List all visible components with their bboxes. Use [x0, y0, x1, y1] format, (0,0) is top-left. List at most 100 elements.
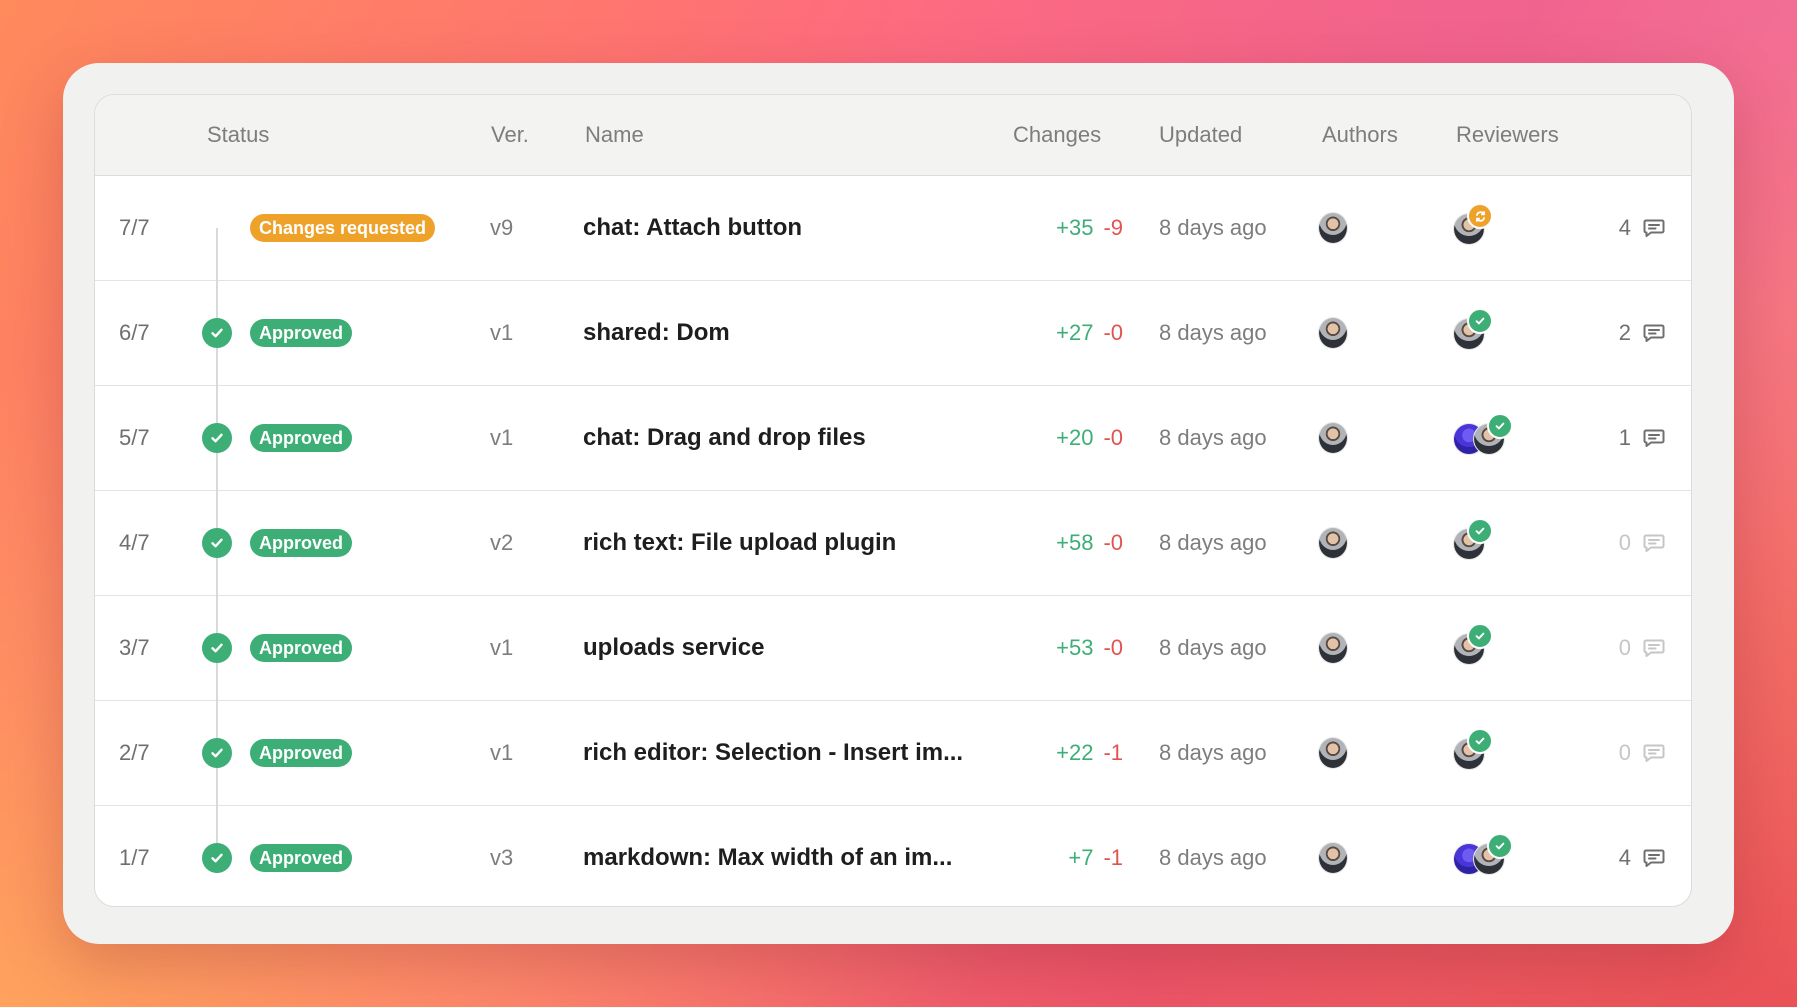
- reviewer-approved-icon: [1467, 518, 1493, 544]
- reviewer-avatars[interactable]: [1453, 518, 1533, 560]
- change-title[interactable]: uploads service: [583, 596, 764, 700]
- reviewers-cell: [1453, 176, 1533, 280]
- comment-icon: [1643, 218, 1665, 238]
- additions-count: +58: [1056, 530, 1094, 555]
- diff-stats: +53 -0: [1056, 596, 1123, 700]
- reviewers-cell: [1453, 596, 1533, 700]
- version-label: v1: [490, 635, 514, 660]
- change-title[interactable]: chat: Drag and drop files: [583, 386, 866, 490]
- author-avatar[interactable]: [1318, 422, 1348, 454]
- column-status: Status: [207, 122, 270, 147]
- comments-cell[interactable]: 0: [1619, 596, 1665, 700]
- comment-count: 4: [1618, 215, 1631, 240]
- additions-count: +53: [1056, 635, 1094, 660]
- table-row[interactable]: 7/7 Changes requested v9 chat: Attach bu…: [95, 176, 1691, 281]
- change-title[interactable]: rich text: File upload plugin: [583, 491, 896, 595]
- additions-count: +7: [1068, 845, 1094, 870]
- table-header: Status Ver. Name Changes Updated Authors…: [95, 95, 1691, 176]
- stack-index: 7/7: [119, 215, 150, 240]
- updated-time: 8 days ago: [1159, 740, 1267, 765]
- diff-stats: +7 -1: [1068, 806, 1123, 906]
- updated-time: 8 days ago: [1159, 635, 1267, 660]
- status-badge-cell: Approved: [250, 281, 353, 385]
- author-cell: [1318, 701, 1348, 805]
- reviewer-avatars[interactable]: [1453, 728, 1533, 770]
- deletions-count: -0: [1103, 425, 1123, 450]
- additions-count: +35: [1056, 215, 1094, 240]
- comment-icon: [1643, 533, 1665, 553]
- deletions-count: -1: [1103, 740, 1123, 765]
- comment-icon: [1643, 428, 1665, 448]
- status-badge-cell: Changes requested: [250, 176, 436, 280]
- comment-icon: [1643, 638, 1665, 658]
- comments-cell[interactable]: 0: [1619, 701, 1665, 805]
- status-badge: Approved: [250, 424, 353, 452]
- author-avatar[interactable]: [1318, 212, 1348, 244]
- check-circle-icon: [202, 738, 232, 768]
- reviewers-cell: [1453, 281, 1533, 385]
- deletions-count: -9: [1103, 215, 1123, 240]
- updated-time: 8 days ago: [1159, 215, 1267, 240]
- comment-count: 0: [1618, 740, 1631, 765]
- author-avatar[interactable]: [1318, 527, 1348, 559]
- change-title[interactable]: shared: Dom: [583, 281, 730, 385]
- table-row[interactable]: 4/7 Approved v2 rich text: File upload p…: [95, 491, 1691, 596]
- status-badge: Changes requested: [250, 214, 436, 242]
- reviewer-avatars[interactable]: [1453, 308, 1533, 350]
- comments-cell[interactable]: 1: [1619, 386, 1665, 490]
- updated-time: 8 days ago: [1159, 845, 1267, 870]
- author-cell: [1318, 806, 1348, 906]
- reviewer-avatars[interactable]: [1453, 413, 1533, 455]
- author-avatar[interactable]: [1318, 842, 1348, 874]
- table-row[interactable]: 6/7 Approved v1 shared: Dom +27 -0 8 day…: [95, 281, 1691, 386]
- author-avatar[interactable]: [1318, 317, 1348, 349]
- author-cell: [1318, 386, 1348, 490]
- comments-cell[interactable]: 4: [1619, 806, 1665, 906]
- table-row[interactable]: 3/7 Approved v1 uploads service +53 -0 8…: [95, 596, 1691, 701]
- version-label: v1: [490, 425, 514, 450]
- check-circle-icon: [202, 843, 232, 873]
- updated-time: 8 days ago: [1159, 425, 1267, 450]
- reviewer-approved-icon: [1487, 413, 1513, 439]
- comments-cell[interactable]: 2: [1619, 281, 1665, 385]
- reviewer-avatars[interactable]: [1453, 833, 1533, 875]
- stack-card: Status Ver. Name Changes Updated Authors…: [63, 63, 1734, 944]
- updated-time: 8 days ago: [1159, 320, 1267, 345]
- table-row[interactable]: 1/7 Approved v3 markdown: Max width of a…: [95, 806, 1691, 906]
- column-updated: Updated: [1159, 122, 1243, 147]
- version-label: v1: [490, 320, 514, 345]
- reviewer-avatars[interactable]: [1453, 203, 1533, 245]
- version-label: v3: [490, 845, 514, 870]
- comments-cell[interactable]: 4: [1619, 176, 1665, 280]
- check-circle-icon: [202, 318, 232, 348]
- change-title[interactable]: rich editor: Selection - Insert im...: [583, 701, 963, 805]
- status-badge: Approved: [250, 634, 353, 662]
- author-avatar[interactable]: [1318, 632, 1348, 664]
- diff-stats: +22 -1: [1056, 701, 1123, 805]
- author-cell: [1318, 281, 1348, 385]
- author-avatar[interactable]: [1318, 737, 1348, 769]
- status-badge: Approved: [250, 844, 353, 872]
- diff-stats: +35 -9: [1056, 176, 1123, 280]
- reviewer-approved-icon: [1487, 833, 1513, 859]
- table-row[interactable]: 5/7 Approved v1 chat: Drag and drop file…: [95, 386, 1691, 491]
- deletions-count: -0: [1103, 635, 1123, 660]
- status-badge-cell: Approved: [250, 701, 353, 805]
- stack-index: 6/7: [119, 320, 150, 345]
- diff-stats: +58 -0: [1056, 491, 1123, 595]
- comment-count: 1: [1618, 425, 1631, 450]
- reviewers-cell: [1453, 386, 1533, 490]
- version-label: v1: [490, 740, 514, 765]
- change-title[interactable]: chat: Attach button: [583, 176, 802, 280]
- change-title[interactable]: markdown: Max width of an im...: [583, 806, 952, 906]
- reviewers-cell: [1453, 491, 1533, 595]
- column-name: Name: [585, 122, 644, 147]
- reviewer-approved-icon: [1467, 308, 1493, 334]
- comments-cell[interactable]: 0: [1619, 491, 1665, 595]
- reviewer-avatars[interactable]: [1453, 623, 1533, 665]
- table-row[interactable]: 2/7 Approved v1 rich editor: Selection -…: [95, 701, 1691, 806]
- status-badge-cell: Approved: [250, 491, 353, 595]
- comment-icon: [1643, 323, 1665, 343]
- column-changes: Changes: [1013, 122, 1102, 147]
- updated-time: 8 days ago: [1159, 530, 1267, 555]
